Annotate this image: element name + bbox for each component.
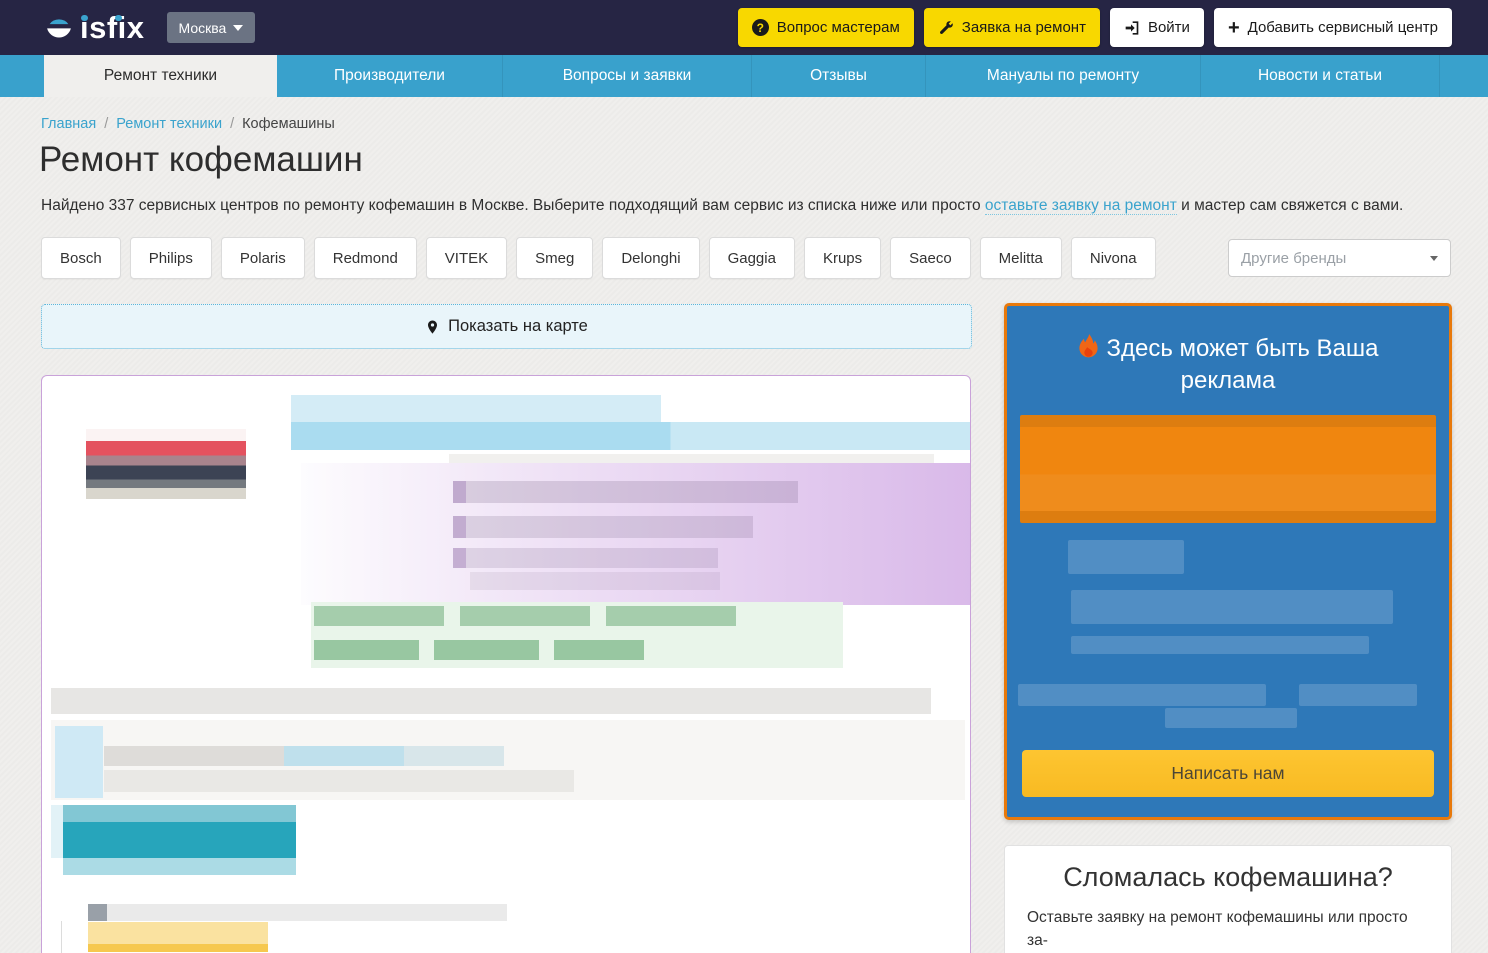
breadcrumb-current: Кофемашины: [242, 116, 335, 132]
city-label: Москва: [179, 20, 227, 36]
add-service-center-button[interactable]: + Добавить сервисный центр: [1214, 8, 1452, 47]
blurred-ad-banner: [1020, 415, 1436, 523]
brand-button-smeg[interactable]: Smeg: [516, 237, 593, 279]
leave-repair-request-link[interactable]: оставьте заявку на ремонт: [985, 197, 1177, 215]
map-pin-icon: [425, 318, 440, 336]
blurred-text-line: [104, 770, 574, 792]
chevron-down-icon: [1430, 256, 1438, 261]
blurred-list-row: [453, 548, 718, 568]
breadcrumb-separator: /: [104, 116, 108, 132]
blurred-teal-edge: [51, 805, 63, 858]
blurred-teal-button: [63, 805, 296, 875]
brand-button-polaris[interactable]: Polaris: [221, 237, 305, 279]
brand-button-gaggia[interactable]: Gaggia: [709, 237, 795, 279]
blurred-green-row: [314, 640, 644, 660]
blurred-list-row: [453, 481, 798, 503]
login-button[interactable]: Войти: [1110, 8, 1204, 47]
tab-repair-manuals[interactable]: Мануалы по ремонту: [926, 55, 1201, 97]
brand-button-redmond[interactable]: Redmond: [314, 237, 417, 279]
logo[interactable]: isfix: [42, 11, 145, 45]
tab-reviews[interactable]: Отзывы: [752, 55, 926, 97]
sign-in-icon: [1124, 20, 1140, 36]
blurred-ad-text: [1071, 590, 1393, 624]
tab-manufacturers[interactable]: Производители: [277, 55, 503, 97]
chevron-down-icon: [233, 25, 243, 31]
logo-text: isfix: [80, 12, 145, 43]
tab-questions-requests[interactable]: Вопросы и заявки: [503, 55, 752, 97]
blurred-list-row: [453, 516, 753, 538]
request-card-title: Сломалась кофемашина?: [1027, 862, 1429, 893]
main-nav: Ремонт техники Производители Вопросы и з…: [0, 55, 1488, 97]
brand-button-nivona[interactable]: Nivona: [1071, 237, 1156, 279]
intro-text: Найдено 337 сервисных центров по ремонту…: [41, 197, 1441, 215]
brand-filter-row: Bosch Philips Polaris Redmond VITEK Smeg…: [41, 237, 1156, 279]
breadcrumb: Главная / Ремонт техники / Кофемашины: [41, 116, 335, 132]
blurred-ad-text: [1165, 708, 1297, 728]
header-actions: ? Вопрос мастерам Заявка на ремонт Войти…: [738, 8, 1452, 47]
isfix-logo-icon: [42, 11, 76, 45]
blurred-ad-text: [1071, 636, 1369, 654]
breadcrumb-repair-tech[interactable]: Ремонт техники: [116, 116, 222, 132]
breadcrumb-home[interactable]: Главная: [41, 116, 96, 132]
flame-icon: [1078, 334, 1099, 360]
wrench-icon: [938, 20, 954, 36]
brand-button-vitek[interactable]: VITEK: [426, 237, 507, 279]
breadcrumb-separator: /: [230, 116, 234, 132]
brand-button-delonghi[interactable]: Delonghi: [602, 237, 699, 279]
blurred-blue-accent: [55, 726, 103, 798]
ad-title: Здесь может быть Ваша реклама: [1007, 333, 1449, 398]
brand-button-bosch[interactable]: Bosch: [41, 237, 121, 279]
brand-button-philips[interactable]: Philips: [130, 237, 212, 279]
tab-news-articles[interactable]: Новости и статьи: [1201, 55, 1440, 97]
other-brands-label: Другие бренды: [1241, 250, 1346, 267]
ask-masters-button[interactable]: ? Вопрос мастерам: [738, 8, 914, 47]
top-header: isfix Москва ? Вопрос мастерам Заявка на…: [0, 0, 1488, 55]
blurred-green-row: [314, 606, 750, 626]
show-on-map-button[interactable]: Показать на карте: [41, 304, 972, 349]
blurred-ad-text: [1068, 540, 1184, 574]
divider-line: [61, 921, 62, 953]
other-brands-select[interactable]: Другие бренды: [1228, 239, 1451, 277]
request-card-text: Оставьте заявку на ремонт кофемашины или…: [1027, 906, 1429, 953]
blurred-wide-line: [51, 688, 931, 714]
question-icon: ?: [752, 19, 769, 36]
brand-button-saeco[interactable]: Saeco: [890, 237, 971, 279]
brand-button-krups[interactable]: Krups: [804, 237, 881, 279]
brand-button-melitta[interactable]: Melitta: [980, 237, 1062, 279]
blurred-star-rating-band: [88, 944, 268, 952]
blurred-list-row: [470, 572, 720, 590]
blurred-ad-text: [1018, 684, 1266, 706]
blurred-text-line: [107, 904, 507, 921]
blurred-avatar-square: [88, 904, 107, 921]
blurred-service-title: [291, 395, 661, 422]
blurred-ad-text: [1299, 684, 1417, 706]
advertisement-card: Здесь может быть Ваша реклама Написать н…: [1004, 303, 1452, 820]
city-selector[interactable]: Москва: [167, 12, 256, 43]
blurred-text-line: [104, 746, 504, 766]
broken-coffee-machine-card: Сломалась кофемашина? Оставьте заявку на…: [1004, 845, 1452, 953]
blurred-service-title-2: [291, 422, 971, 450]
blurred-service-logo: [86, 429, 246, 499]
tab-repair-tech[interactable]: Ремонт техники: [44, 55, 277, 97]
blurred-star-rating: [88, 922, 268, 944]
page-title: Ремонт кофемашин: [39, 140, 363, 180]
service-listing-card: [41, 375, 971, 953]
repair-request-button[interactable]: Заявка на ремонт: [924, 8, 1100, 47]
write-to-us-button[interactable]: Написать нам: [1022, 750, 1434, 797]
plus-icon: +: [1228, 18, 1240, 38]
